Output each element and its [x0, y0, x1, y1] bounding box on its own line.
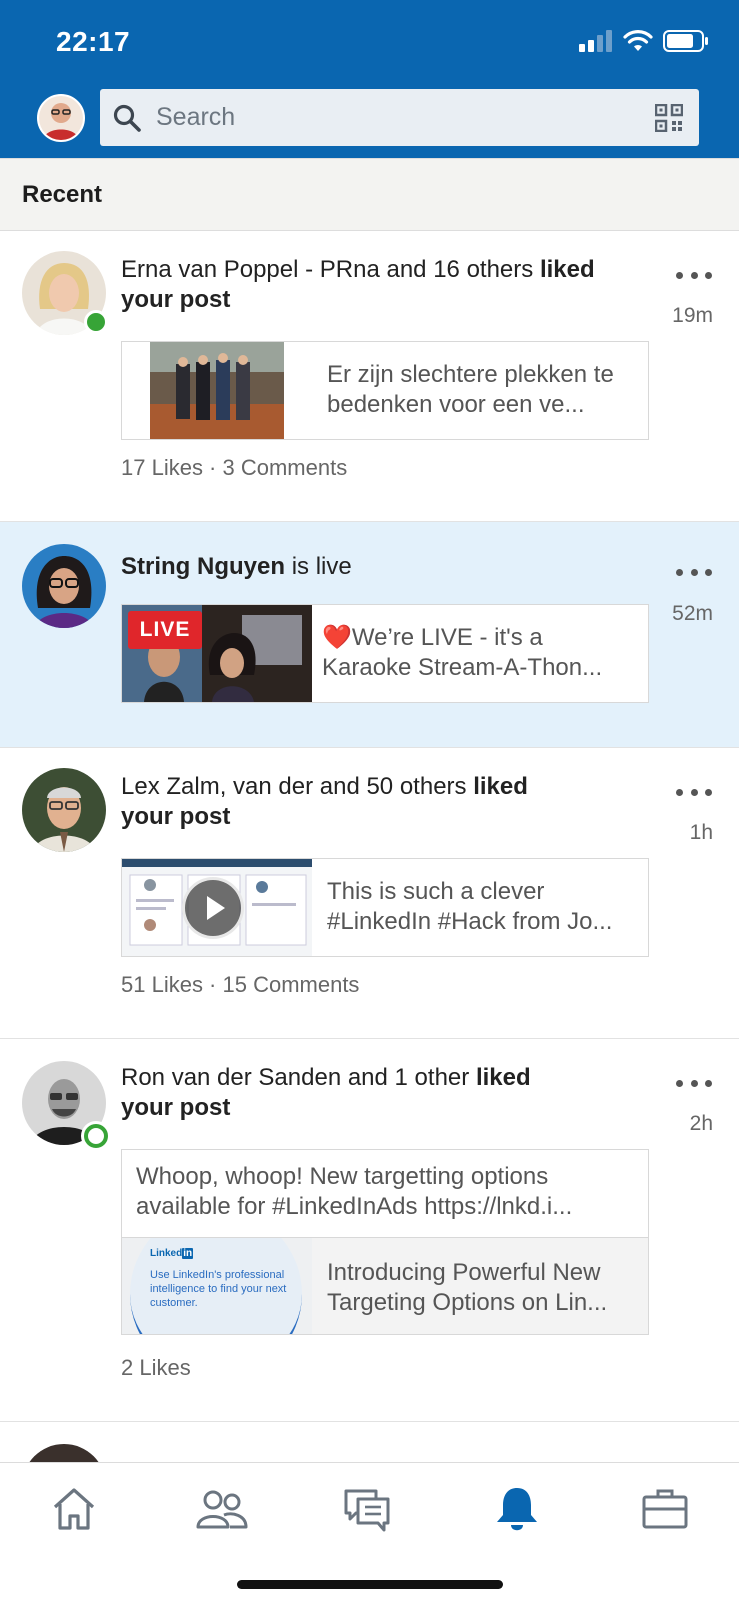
battery-icon [663, 30, 708, 52]
notifications-icon [497, 1488, 537, 1531]
notification-item[interactable]: Lex Zalm, van der and 50 others liked you… [0, 748, 739, 1039]
linkedin-logo: Linkedin [150, 1248, 194, 1259]
wifi-icon [623, 30, 653, 51]
home-icon [53, 1488, 95, 1530]
qr-code-icon[interactable] [655, 103, 683, 132]
notification-headline: Lex Zalm, van der and 50 others liked you… [121, 773, 528, 830]
avatar [22, 1444, 106, 1462]
app-header: 22:17 Search [0, 0, 739, 158]
more-options-icon[interactable] [672, 561, 716, 583]
post-preview-card[interactable]: This is such a clever #LinkedIn #Hack fr… [121, 858, 649, 957]
nav-my-network[interactable] [194, 1485, 250, 1533]
status-icons [579, 30, 709, 52]
link-title: Introducing Powerful New Targeting Optio… [327, 1259, 608, 1316]
notification-headline: Erna van Poppel - PRna and 16 others lik… [121, 256, 595, 313]
link-thumbnail: Linkedin Use LinkedIn's professional int… [122, 1238, 312, 1334]
my-profile-avatar[interactable] [37, 94, 85, 142]
messaging-icon [344, 1489, 390, 1532]
search-input[interactable]: Search [156, 103, 655, 132]
post-stats[interactable]: 2 Likes [121, 1355, 191, 1381]
shared-post-card[interactable]: Whoop, whoop! New targetting options ava… [121, 1149, 649, 1335]
post-preview-card[interactable]: Er zijn slechtere plekken te bedenken vo… [121, 341, 649, 440]
nav-jobs[interactable] [640, 1485, 690, 1533]
shared-post-text: Whoop, whoop! New targetting options ava… [136, 1163, 573, 1220]
home-indicator [237, 1580, 503, 1589]
section-title: Recent [22, 181, 103, 208]
online-status-icon [84, 1124, 108, 1148]
timestamp: 1h [689, 821, 713, 844]
post-preview-text: Er zijn slechtere plekken te bedenken vo… [327, 361, 614, 418]
search-icon [113, 104, 141, 132]
online-status-icon [84, 310, 108, 334]
more-options-icon[interactable] [672, 1072, 716, 1094]
more-options-icon[interactable] [672, 781, 716, 803]
signal-icon [579, 30, 612, 52]
notification-headline: Ron van der Sanden and 1 other liked your… [121, 1064, 531, 1121]
timestamp: 19m [672, 304, 713, 327]
post-preview-text: This is such a clever #LinkedIn #Hack fr… [327, 878, 613, 935]
recent-section-header: Recent [0, 158, 739, 231]
more-options-icon[interactable] [672, 264, 716, 286]
post-stats[interactable]: 51 Likes · 15 Comments [121, 972, 359, 998]
play-video-icon[interactable] [182, 877, 244, 939]
nav-messaging[interactable] [342, 1485, 392, 1533]
post-stats[interactable]: 17 Likes · 3 Comments [121, 455, 347, 481]
live-video-card[interactable]: LIVE ❤️We’re LIVE - it's a Karaoke Strea… [121, 604, 649, 703]
avatar[interactable] [22, 768, 106, 852]
link-preview[interactable]: Linkedin Use LinkedIn's professional int… [122, 1237, 648, 1334]
notification-item[interactable]: Ron van der Sanden and 1 other liked your… [0, 1039, 739, 1422]
live-badge: LIVE [128, 611, 202, 649]
notification-item[interactable]: String Nguyen is live 52m LIVE ❤️We’re L… [0, 522, 739, 748]
search-bar[interactable]: Search [100, 89, 699, 146]
notification-item-partial[interactable] [0, 1422, 739, 1462]
timestamp: 2h [689, 1112, 713, 1135]
status-time: 22:17 [56, 26, 131, 57]
notification-headline: String Nguyen is live [121, 553, 352, 580]
jobs-icon [642, 1489, 688, 1529]
timestamp: 52m [672, 602, 713, 625]
nav-notifications[interactable] [492, 1485, 542, 1533]
link-thumbnail-text: Use LinkedIn's professional intelligence… [150, 1269, 287, 1309]
post-thumbnail [122, 342, 312, 439]
avatar[interactable] [22, 544, 106, 628]
post-preview-text: ❤️We’re LIVE - it's a Karaoke Stream-A-T… [322, 624, 603, 681]
nav-home[interactable] [49, 1485, 99, 1533]
my-network-icon [196, 1490, 248, 1529]
heart-emoji: ❤️ [322, 624, 352, 651]
notification-item[interactable]: Erna van Poppel - PRna and 16 others lik… [0, 231, 739, 522]
